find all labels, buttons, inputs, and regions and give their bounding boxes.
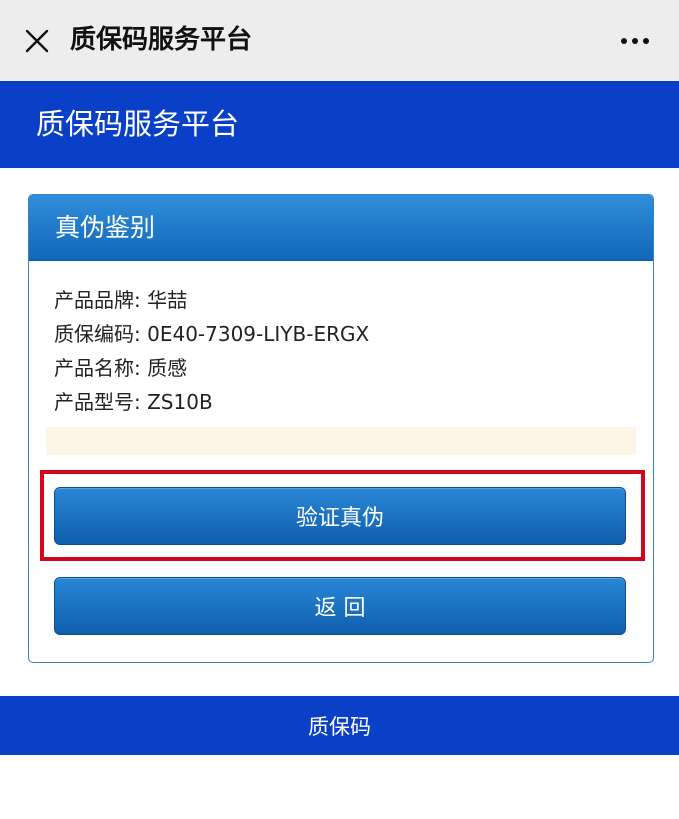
product-info-list: 产品品牌: 华喆 质保编码: 0E40-7309-LIYB-ERGX 产品名称:… (54, 283, 369, 419)
page-title: 质保码服务平台 (36, 107, 240, 141)
notice-bar (46, 427, 636, 455)
info-value: 0E40-7309-LIYB-ERGX (147, 322, 370, 346)
info-label: 产品名称 (54, 356, 134, 380)
info-value: 华喆 (147, 288, 188, 312)
app-top-bar: 质保码服务平台 (0, 0, 679, 81)
footer-text: 质保码 (308, 714, 371, 739)
page-header: 质保码服务平台 (0, 81, 679, 168)
page-footer: 质保码 (0, 696, 679, 755)
info-model: 产品型号: ZS10B (54, 390, 213, 414)
info-label: 产品型号 (54, 390, 134, 414)
panel-title: 真伪鉴别 (55, 213, 156, 242)
close-icon[interactable] (22, 24, 52, 58)
back-button[interactable]: 返 回 (54, 577, 626, 635)
top-bar-title: 质保码服务平台 (70, 25, 253, 55)
panel-header: 真伪鉴别 (29, 195, 653, 261)
info-label: 质保编码 (54, 322, 134, 346)
info-warranty-code: 质保编码: 0E40-7309-LIYB-ERGX (54, 322, 370, 346)
info-value: ZS10B (147, 390, 213, 414)
info-brand: 产品品牌: 华喆 (54, 288, 188, 312)
verify-button[interactable]: 验证真伪 (54, 487, 626, 545)
info-label: 产品品牌 (54, 288, 134, 312)
info-value: 质感 (147, 356, 188, 380)
info-product-name: 产品名称: 质感 (54, 356, 188, 380)
more-icon[interactable] (615, 24, 655, 58)
